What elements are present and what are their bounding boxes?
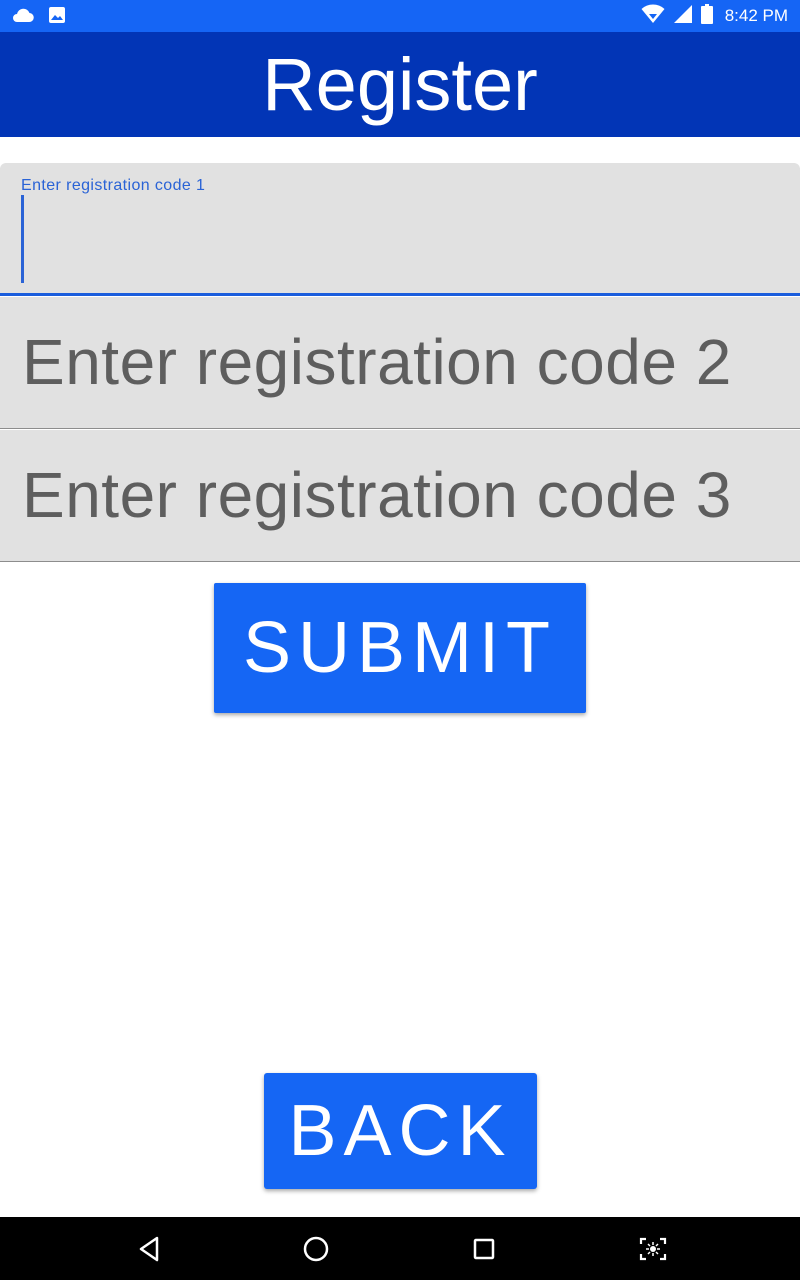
status-left-icons xyxy=(12,6,66,29)
nav-recents-icon[interactable] xyxy=(466,1231,502,1267)
status-time: 8:42 PM xyxy=(724,6,788,25)
status-right-icons: 8:42 PM xyxy=(641,0,788,32)
registration-code-3-field[interactable]: Enter registration code 3 xyxy=(0,430,800,562)
cloud-icon xyxy=(12,7,34,28)
registration-code-1-field[interactable]: Enter registration code 1 xyxy=(0,163,800,296)
submit-button[interactable]: SUBMIT xyxy=(214,583,586,713)
registration-code-2-field[interactable]: Enter registration code 2 xyxy=(0,297,800,429)
registration-code-2-placeholder: Enter registration code 2 xyxy=(22,326,732,398)
nav-back-icon[interactable] xyxy=(131,1231,167,1267)
nav-home-icon[interactable] xyxy=(298,1231,334,1267)
registration-code-1-label: Enter registration code 1 xyxy=(21,177,206,194)
wifi-icon xyxy=(641,4,665,29)
back-button[interactable]: BACK xyxy=(264,1073,537,1189)
system-nav-bar xyxy=(0,1217,800,1280)
image-icon xyxy=(48,6,66,29)
text-cursor xyxy=(21,195,24,283)
battery-icon xyxy=(700,3,713,29)
nav-screenshot-icon[interactable] xyxy=(635,1231,671,1267)
signal-icon xyxy=(673,4,693,29)
status-bar: 8:42 PM xyxy=(0,0,800,32)
registration-code-3-placeholder: Enter registration code 3 xyxy=(22,459,732,531)
app-bar: Register xyxy=(0,32,800,137)
page-title: Register xyxy=(262,42,538,126)
register-screen: 8:42 PM Register Enter registration code… xyxy=(0,0,800,1280)
